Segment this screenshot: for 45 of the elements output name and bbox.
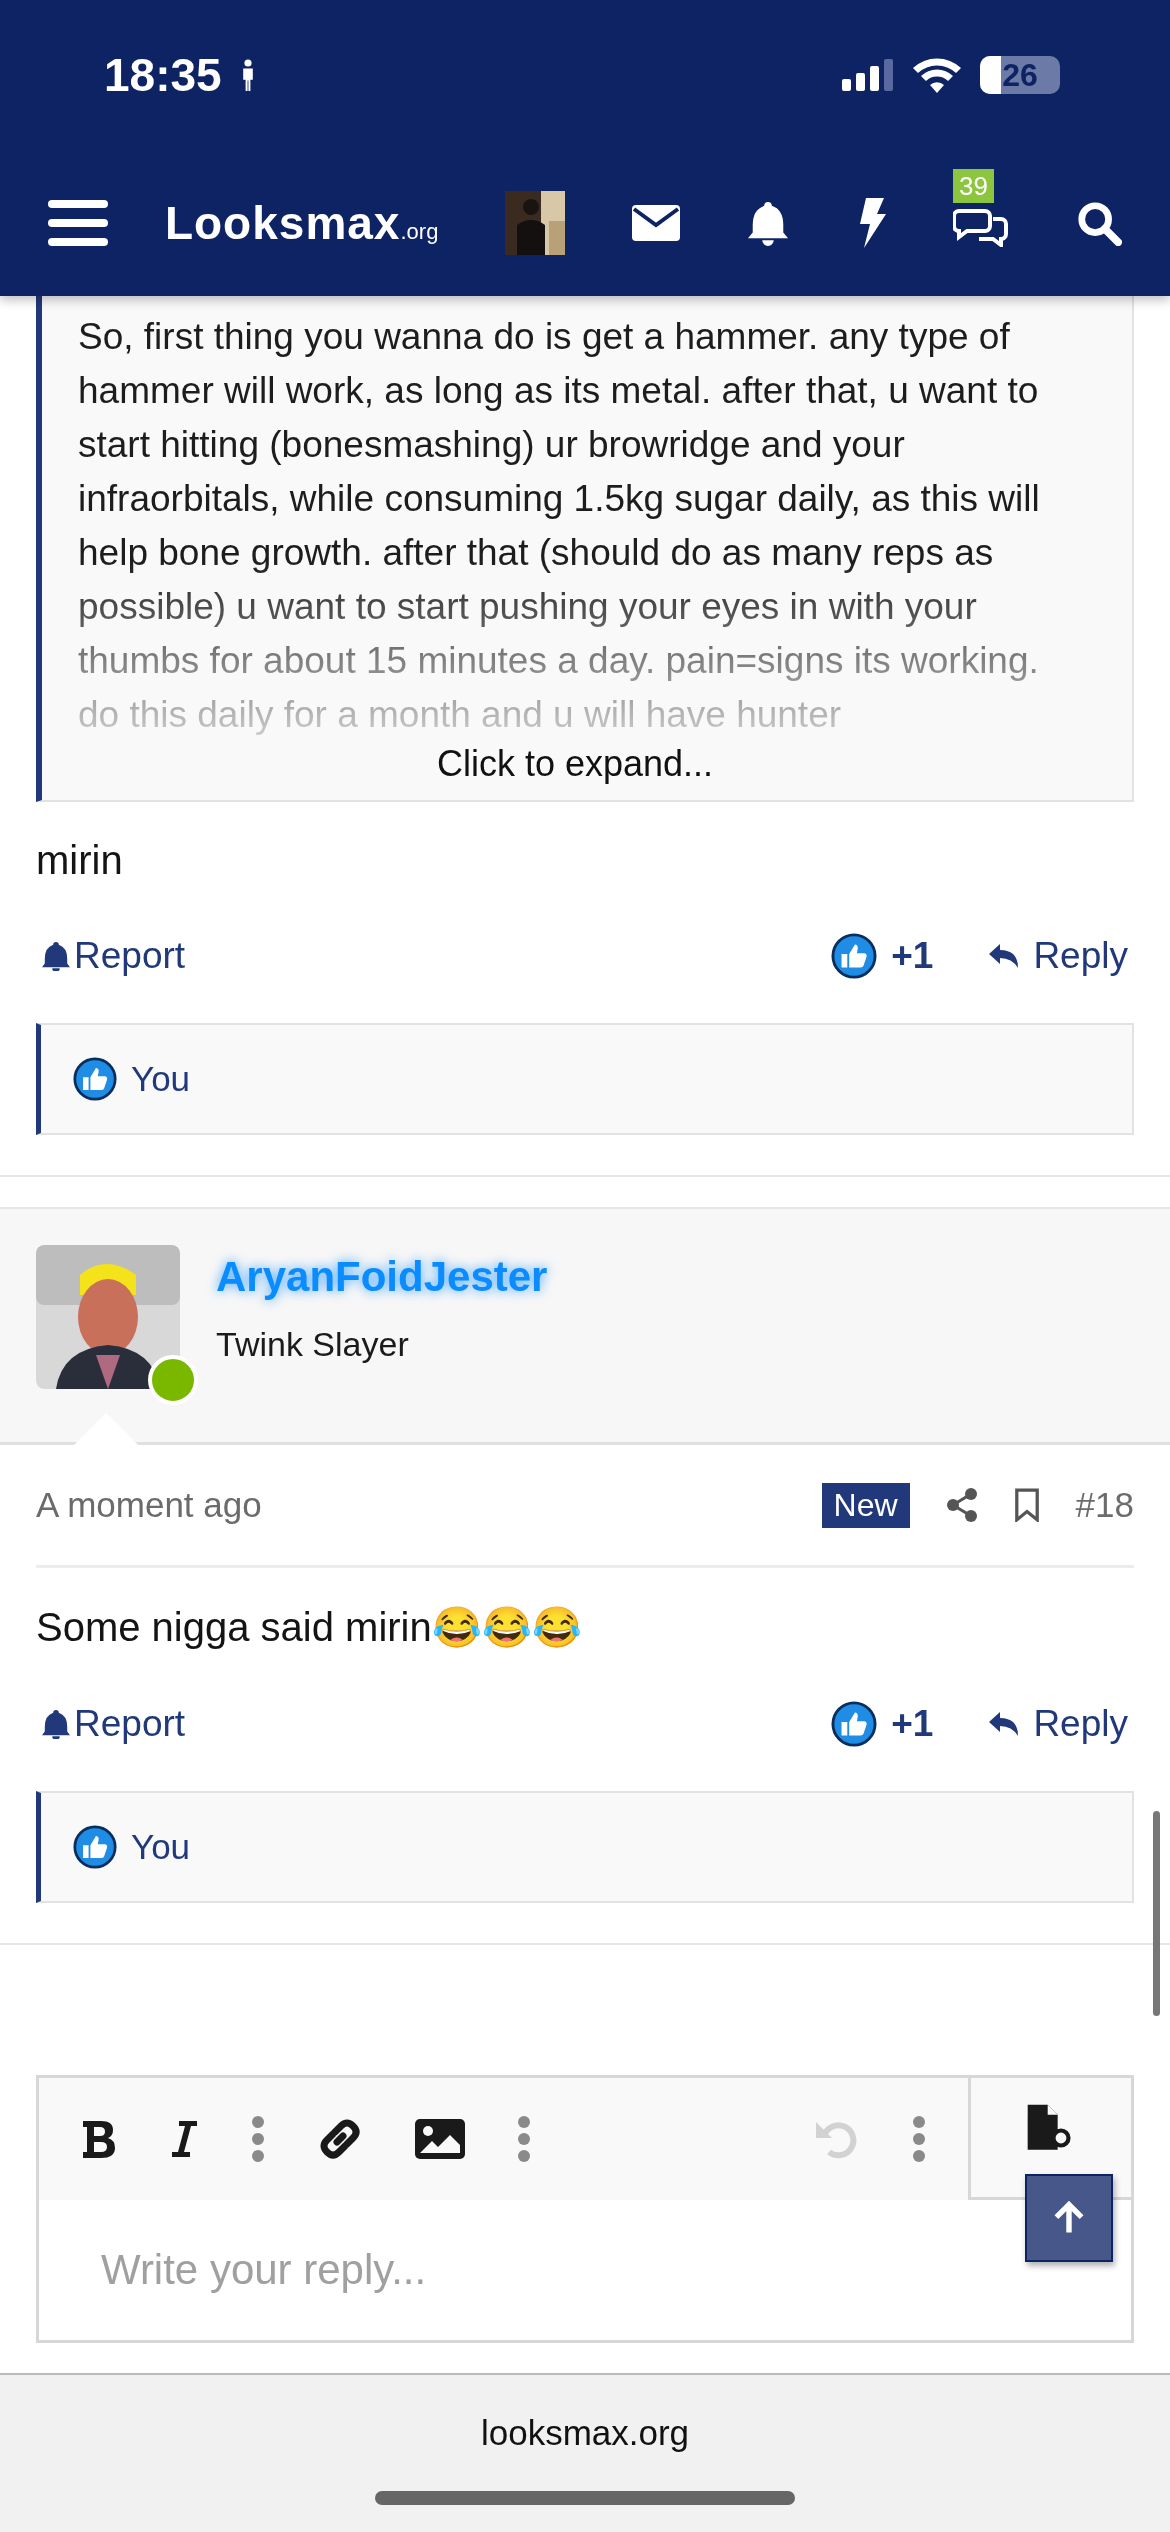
like-count: +1 xyxy=(891,935,934,977)
report-link[interactable]: Report xyxy=(42,1703,186,1745)
image-icon[interactable] xyxy=(415,2119,465,2159)
reaction-user[interactable]: You xyxy=(131,1059,191,1099)
share-icon[interactable] xyxy=(945,1488,978,1522)
menu-icon[interactable] xyxy=(48,198,108,248)
like-count: +1 xyxy=(891,1703,934,1745)
post-text: Some nigga said mirin😂😂😂 xyxy=(36,1604,583,1651)
envelope-icon[interactable] xyxy=(632,205,681,241)
post-time[interactable]: A moment ago xyxy=(36,1485,262,1525)
bell-icon xyxy=(42,1709,70,1739)
post-text: mirin xyxy=(36,838,124,883)
reply-link[interactable]: Reply xyxy=(987,1703,1128,1745)
quote-text: So, first thing you wanna do is get a hammer. any type of hammer will work, as long as its metal. after that, u want to start hitting (bonesmashing) ur browridge and your infraorbitals, while consuming 1.5kg sugar daily, as this will help bone growth. after that (should do as many reps as possible) u want to start pushing your eyes in with your thumbs for about 15 minutes a day. pain=signs its working. do this daily for a month and u will have hunter xyxy=(78,315,1041,737)
wifi-icon xyxy=(912,57,962,93)
like-icon[interactable] xyxy=(831,933,878,979)
site-logo[interactable]: Looksmax.org xyxy=(164,196,439,250)
report-link[interactable]: Report xyxy=(42,935,186,977)
expand-link[interactable]: Click to expand... xyxy=(436,743,714,784)
notification-badge: 39 xyxy=(953,169,994,203)
address-text[interactable]: looksmax.org xyxy=(480,2413,690,2453)
scroll-to-top-button[interactable] xyxy=(1025,2174,1113,2262)
status-time: 18:35 xyxy=(104,48,222,102)
reply-input[interactable]: Write your reply... xyxy=(99,2245,1071,2295)
search-icon[interactable] xyxy=(1075,200,1122,246)
bell-icon xyxy=(42,941,70,971)
italic-icon[interactable] xyxy=(169,2119,199,2159)
post-number[interactable]: #18 xyxy=(1075,1485,1134,1525)
like-icon xyxy=(73,1057,117,1101)
reactions-bar[interactable]: You xyxy=(36,1023,1134,1135)
like-icon[interactable] xyxy=(831,1701,878,1747)
bell-icon[interactable] xyxy=(747,200,790,246)
more-options-icon[interactable] xyxy=(517,2116,531,2162)
bold-icon[interactable] xyxy=(81,2119,117,2159)
like-icon xyxy=(73,1825,117,1869)
reactions-bar[interactable]: You xyxy=(36,1791,1134,1903)
user-title: Twink Slayer xyxy=(216,1325,410,1364)
battery-icon: 26 xyxy=(980,56,1060,94)
more-options-icon[interactable] xyxy=(912,2116,926,2162)
signal-icon xyxy=(842,59,894,91)
more-options-icon[interactable] xyxy=(251,2116,265,2162)
reply-link[interactable]: Reply xyxy=(987,935,1128,977)
reaction-user[interactable]: You xyxy=(131,1827,191,1867)
bookmark-icon[interactable] xyxy=(1013,1488,1040,1522)
new-label: New xyxy=(821,1482,910,1528)
